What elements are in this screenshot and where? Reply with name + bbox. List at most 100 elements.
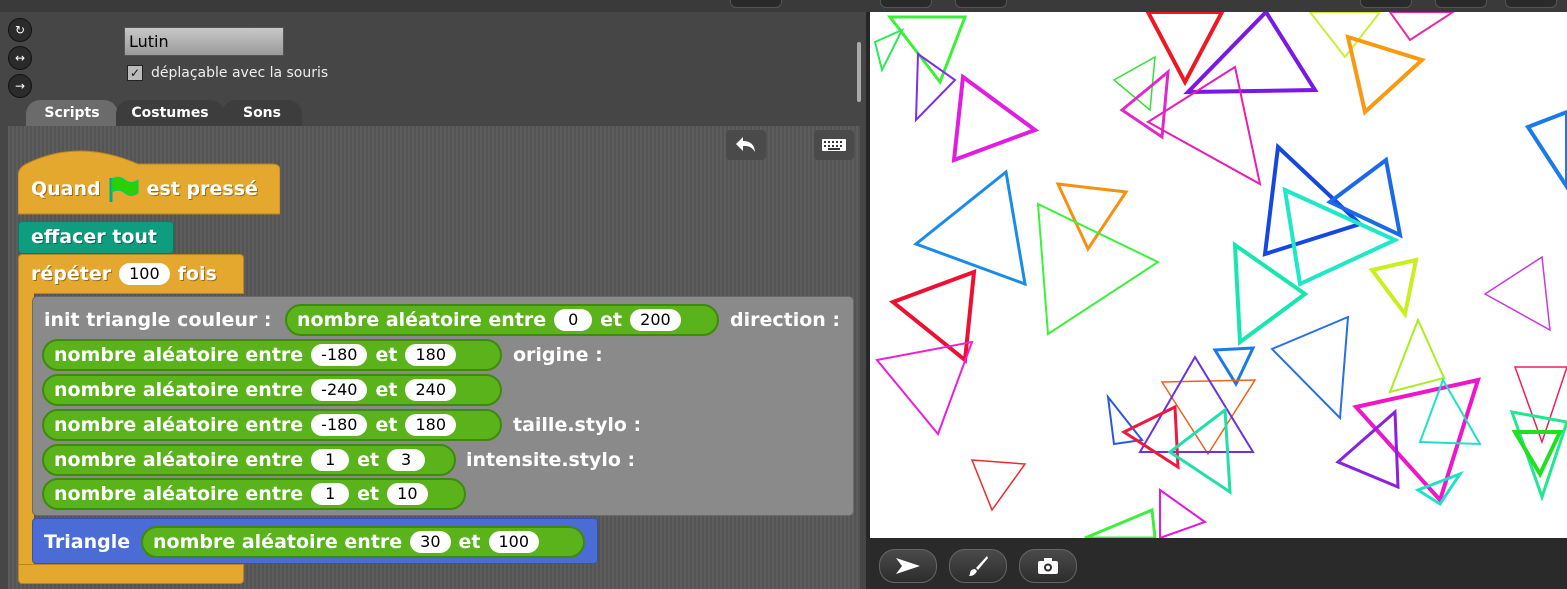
top-button[interactable] <box>1435 0 1487 8</box>
repeat-count-input[interactable]: 100 <box>119 263 170 285</box>
random-to-input[interactable]: 10 <box>387 483 428 505</box>
triangle-mark <box>1183 12 1319 95</box>
hat-label-pressed: est pressé <box>146 178 258 200</box>
origine-label: origine : <box>513 344 603 366</box>
random-from-input[interactable]: 30 <box>410 531 451 553</box>
random-from-input[interactable]: -180 <box>311 414 368 436</box>
rotate-flip-button[interactable]: ↔ <box>8 46 32 70</box>
random-from-input[interactable]: 1 <box>311 449 350 471</box>
triangle-mark <box>1159 488 1208 538</box>
green-flag-icon <box>109 176 139 202</box>
triangle-mark <box>1119 68 1170 140</box>
and-label: et <box>458 531 481 553</box>
random-label: nombre aléatoire entre <box>54 344 304 366</box>
repeat-row: répéter 100 fois <box>31 261 217 287</box>
triangle-mark <box>1326 156 1403 239</box>
camera-icon <box>1038 558 1058 574</box>
camera-button[interactable] <box>1019 549 1077 583</box>
random-block-color[interactable]: nombre aléatoire entre 0 et 200 <box>285 304 719 336</box>
scripts-area[interactable]: Quand est pressé effacer tout répéter 10… <box>8 126 860 589</box>
triangle-mark <box>1345 34 1426 116</box>
top-button[interactable] <box>880 0 932 8</box>
undo-button[interactable] <box>726 130 766 160</box>
tab-costumes[interactable]: Costumes <box>116 100 224 126</box>
triangle-mark <box>1146 65 1262 186</box>
keyboard-button[interactable] <box>814 130 854 160</box>
when-flag-clicked-block[interactable]: Quand est pressé <box>31 176 258 202</box>
triangle-mark <box>1388 12 1455 42</box>
random-to-input[interactable]: 180 <box>405 344 456 366</box>
keyboard-icon <box>822 139 846 151</box>
draggable-row[interactable]: ✓ déplaçable avec la souris <box>127 64 328 82</box>
random-label: nombre aléatoire entre <box>54 483 304 505</box>
repeat-label: répéter <box>31 263 112 285</box>
triangle-mark <box>1212 346 1256 388</box>
pointer-button[interactable] <box>879 549 937 583</box>
stage-toolbar <box>866 538 1567 589</box>
stage[interactable] <box>870 12 1567 538</box>
random-from-input[interactable]: 0 <box>554 309 593 331</box>
top-button[interactable] <box>955 0 1007 8</box>
triangle-mark <box>1308 12 1382 59</box>
scrollbar[interactable] <box>857 42 861 102</box>
repeat-suffix: fois <box>177 263 217 285</box>
random-block-size[interactable]: nombre aléatoire entre 30 et 100 <box>141 526 585 558</box>
tab-sons[interactable]: Sons <box>222 100 302 126</box>
random-block-pen-intensity[interactable]: nombre aléatoire entre 1 et 10 <box>42 478 466 510</box>
random-to-input[interactable]: 100 <box>488 531 540 553</box>
draggable-checkbox[interactable]: ✓ <box>127 65 143 81</box>
random-from-input[interactable]: -180 <box>311 344 368 366</box>
top-button[interactable] <box>730 0 782 8</box>
triangle-mark <box>1368 257 1419 319</box>
rotate-full-button[interactable]: ↻ <box>8 18 32 42</box>
and-label: et <box>357 483 380 505</box>
triangle-mark <box>912 169 1027 287</box>
random-to-input[interactable]: 240 <box>405 379 456 401</box>
triangle-label: Triangle <box>44 531 131 553</box>
random-label: nombre aléatoire entre <box>54 379 304 401</box>
random-to-input[interactable]: 3 <box>387 449 426 471</box>
brush-icon <box>969 556 988 576</box>
clear-all-block[interactable]: effacer tout <box>18 221 174 254</box>
pointer-icon <box>896 558 920 574</box>
triangle-mark <box>1036 202 1161 336</box>
stage-drawing <box>873 12 1567 538</box>
top-button[interactable] <box>1505 0 1557 8</box>
random-block-pen-size[interactable]: nombre aléatoire entre 1 et 3 <box>42 444 456 476</box>
triangle-mark <box>1084 507 1157 538</box>
random-from-input[interactable]: 1 <box>311 483 350 505</box>
draggable-label: déplaçable avec la souris <box>151 65 329 81</box>
triangle-mark <box>1352 377 1481 504</box>
top-button[interactable] <box>1360 0 1412 8</box>
triangle-mark <box>1106 393 1144 446</box>
rotate-none-button[interactable]: → <box>8 74 32 98</box>
init-label: init triangle couleur : <box>44 309 272 331</box>
and-label: et <box>600 309 623 331</box>
random-to-input[interactable]: 180 <box>405 414 456 436</box>
and-label: et <box>375 344 398 366</box>
brush-button[interactable] <box>949 549 1007 583</box>
random-from-input[interactable]: -240 <box>311 379 368 401</box>
intensite-label: intensite.stylo : <box>466 449 636 471</box>
sprite-name-input[interactable]: Lutin <box>124 27 284 56</box>
direction-label: direction : <box>730 309 841 331</box>
and-label: et <box>357 449 380 471</box>
random-to-input[interactable]: 200 <box>630 309 681 331</box>
tab-scripts[interactable]: Scripts <box>26 100 118 126</box>
triangle-mark <box>951 73 1040 163</box>
triangle-mark <box>1112 55 1156 112</box>
random-block-origin-y[interactable]: nombre aléatoire entre -180 et 180 <box>42 409 502 441</box>
random-label: nombre aléatoire entre <box>54 449 304 471</box>
triangle-mark <box>1055 182 1129 253</box>
triangle-mark <box>970 459 1027 512</box>
random-block-origin-x[interactable]: nombre aléatoire entre -240 et 240 <box>42 374 502 406</box>
triangle-mark <box>873 27 905 73</box>
random-block-direction[interactable]: nombre aléatoire entre -180 et 180 <box>42 339 502 371</box>
triangle-mark <box>1138 355 1255 453</box>
random-label: nombre aléatoire entre <box>153 531 403 553</box>
and-label: et <box>375 379 398 401</box>
undo-icon <box>736 137 755 152</box>
triangle-mark <box>1120 404 1180 470</box>
sprite-editor: ↻ ↔ → Lutin ✓ déplaçable avec la souris … <box>0 12 866 589</box>
triangle-mark <box>1524 109 1567 191</box>
